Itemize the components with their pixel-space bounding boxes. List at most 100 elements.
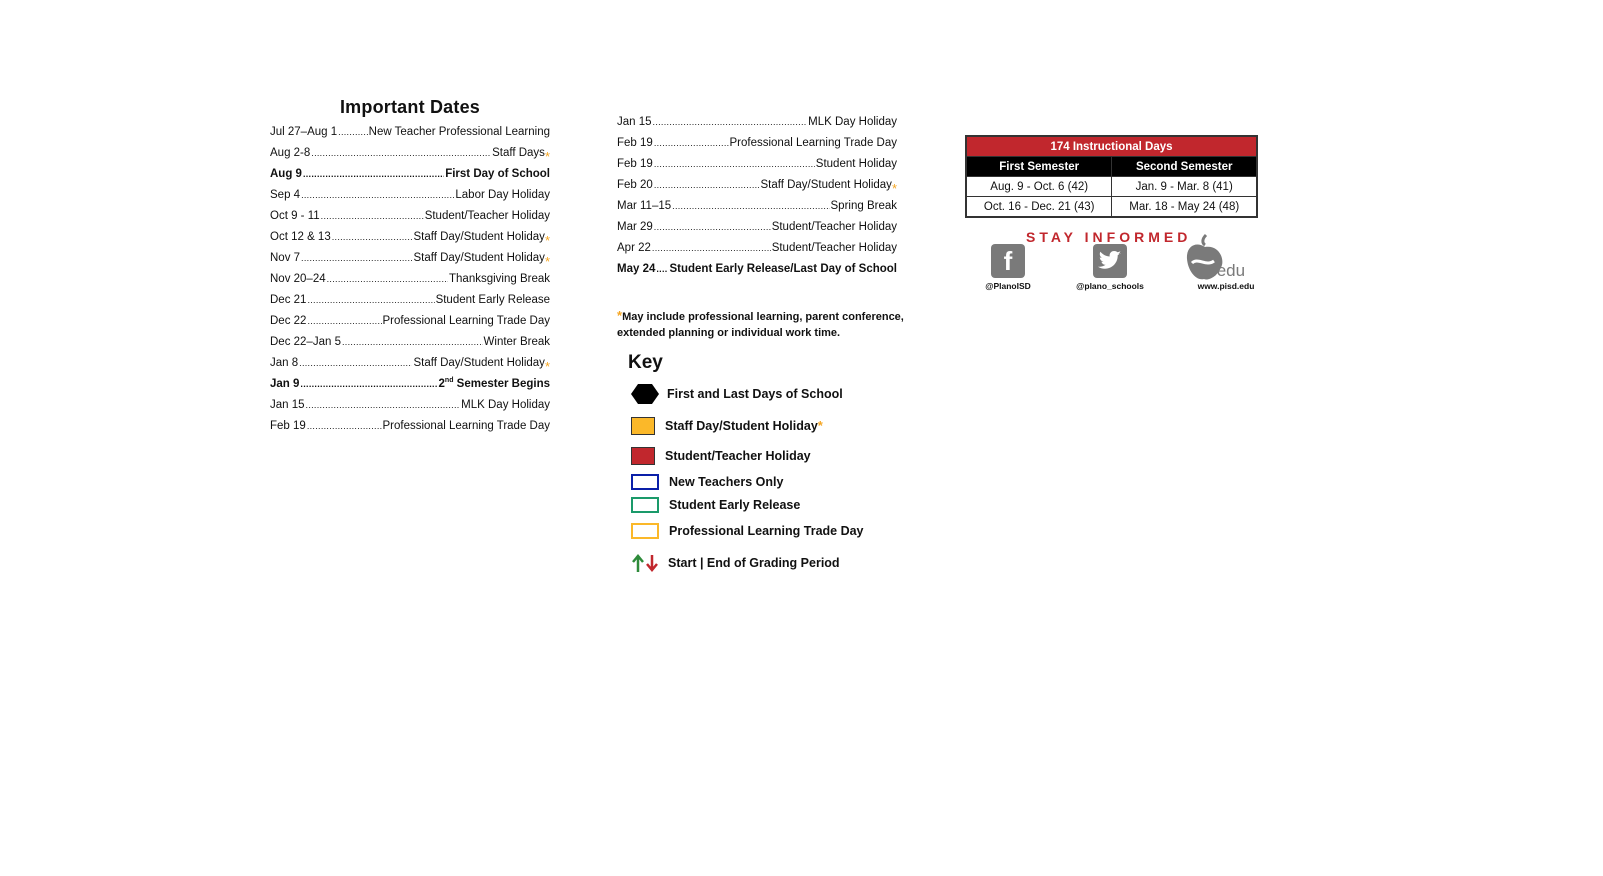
date-label: Feb 20 [617,179,653,191]
table-row: Aug. 9 - Oct. 6 (42) Jan. 9 - Mar. 8 (41… [965,176,1258,197]
key-item-early-release: Student Early Release [631,497,800,513]
instructional-days-title: 174 Instructional Days [965,135,1258,157]
event-label: Student/Teacher Holiday [424,210,550,222]
leader-dots [301,185,454,206]
asterisk-icon: * [891,181,897,196]
date-label: Feb 19 [617,158,653,170]
event-label: First Day of School [445,168,550,180]
date-row: Oct 12 & 13 Staff Day/Student Holiday* [270,227,550,248]
date-label: Jan 15 [270,399,305,411]
date-row: Feb 20 Staff Day/Student Holiday* [617,175,897,196]
date-row: Nov 7 Staff Day/Student Holiday* [270,248,550,269]
event-label: Student Holiday [815,158,897,170]
leader-dots [307,416,382,437]
event-label: Staff Days [492,147,545,159]
date-row: Jan 15 MLK Day Holiday [617,112,897,133]
leader-dots [332,227,413,248]
website-link[interactable]: .edu www.pisd.edu [1182,233,1258,291]
event-label: Student/Teacher Holiday [771,242,897,254]
instructional-days-table: 174 Instructional Days First Semester Se… [965,135,1258,218]
date-label: Jan 9 [270,378,300,390]
leader-dots [654,154,815,175]
event-label: 2nd Semester Begins [438,377,550,390]
date-row: Feb 19 Student Holiday [617,154,897,175]
red-swatch-icon [631,447,655,465]
date-row: Dec 22–Jan 5 Winter Break [270,332,550,353]
key-item-student-teacher-holiday: Student/Teacher Holiday [631,447,811,465]
leader-dots [300,374,437,395]
date-row: Aug 9 First Day of School [270,164,550,185]
date-row: May 24 Student Early Release/Last Day of … [617,259,897,280]
event-label: Student/Teacher Holiday [771,221,897,233]
leader-dots [311,143,491,164]
asterisk-icon: * [544,233,550,248]
date-label: Oct 12 & 13 [270,231,331,243]
leader-dots [342,332,483,353]
leader-dots [307,311,381,332]
second-semester-header: Second Semester [1111,156,1258,177]
date-row: Mar 29 Student/Teacher Holiday [617,217,897,238]
date-label: Dec 21 [270,294,307,306]
date-row: Jul 27–Aug 1 New Teacher Professional Lea… [270,122,550,143]
green-outline-swatch-icon [631,497,659,513]
event-label: Student Early Release [435,294,550,306]
key-item-trade-day: Professional Learning Trade Day [631,523,864,539]
event-label: Spring Break [830,200,897,212]
date-label: Mar 11–15 [617,200,672,212]
date-row: Apr 22 Student/Teacher Holiday [617,238,897,259]
date-label: Jan 8 [270,357,299,369]
date-label: Jan 15 [617,116,652,128]
twitter-link[interactable]: @plano_schools [1070,244,1150,291]
event-label: MLK Day Holiday [461,399,550,411]
yellow-outline-swatch-icon [631,523,659,539]
date-label: Dec 22–Jan 5 [270,336,341,348]
date-row: Nov 20–24 Thanksgiving Break [270,269,550,290]
date-label: Aug 2-8 [270,147,311,159]
leader-dots [652,238,771,259]
blue-outline-swatch-icon [631,474,659,490]
important-dates-column-2: Jan 15 MLK Day Holiday Feb 19 Professional … [617,112,897,280]
event-label: Staff Day/Student Holiday [760,179,892,191]
orange-swatch-icon [631,417,655,435]
date-label: Sep 4 [270,189,301,201]
key-item-first-last-days: First and Last Days of School [631,384,843,404]
date-label: Mar 29 [617,221,653,233]
event-label: Thanksgiving Break [449,273,550,285]
date-row: Feb 19 Professional Learning Trade Day [270,416,550,437]
asterisk-note: *May include professional learning, pare… [617,308,904,340]
date-row: Oct 9 - 11 Student/Teacher Holiday [270,206,550,227]
date-label: Feb 19 [617,137,653,149]
leader-dots [672,196,829,217]
event-label: Staff Day/Student Holiday [413,252,545,264]
asterisk-icon: * [544,149,550,164]
twitter-icon [1093,244,1127,278]
facebook-link[interactable]: f @PlanoISD [980,244,1036,291]
event-label: New Teacher Professional Learning [368,126,550,138]
key-item-staff-day: Staff Day/Student Holiday * [631,417,823,435]
date-row: Aug 2-8 Staff Days* [270,143,550,164]
key-item-new-teachers: New Teachers Only [631,474,783,490]
date-label: May 24 [617,263,656,275]
leader-dots [653,112,808,133]
facebook-icon: f [991,244,1025,278]
event-label: Staff Day/Student Holiday [413,231,545,243]
key-item-grading-period: Start | End of Grading Period [631,553,840,573]
leader-dots [338,122,368,143]
event-label: Professional Learning Trade Day [382,315,551,327]
date-row: Dec 21 Student Early Release [270,290,550,311]
date-label: Apr 22 [617,242,651,254]
event-label: Winter Break [483,336,550,348]
date-row: Sep 4 Labor Day Holiday [270,185,550,206]
date-row: Jan 9 2nd Semester Begins [270,374,550,395]
key-title: Key [628,352,663,373]
important-dates-title: Important Dates [339,97,481,117]
leader-dots [656,259,668,280]
date-label: Nov 20–24 [270,273,326,285]
date-row: Jan 15 MLK Day Holiday [270,395,550,416]
date-label: Jul 27–Aug 1 [270,126,338,138]
stay-informed-title: STAY INFORMED [1026,229,1192,245]
date-label: Oct 9 - 11 [270,210,320,222]
asterisk-icon: * [544,254,550,269]
leader-dots [321,206,424,227]
event-label: MLK Day Holiday [808,116,897,128]
